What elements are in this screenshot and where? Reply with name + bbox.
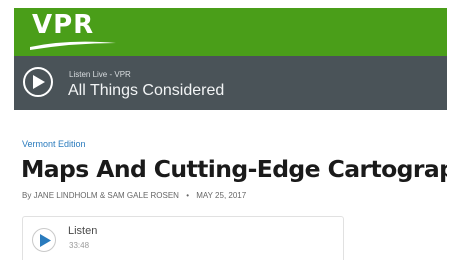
byline-separator: • (186, 191, 189, 200)
live-station-label: Listen Live - VPR (69, 70, 131, 79)
live-show-title[interactable]: All Things Considered (68, 81, 224, 101)
vpr-logo[interactable]: VPR (32, 10, 94, 40)
byline-prefix: By (22, 191, 32, 200)
program-tag[interactable]: Vermont Edition (22, 139, 86, 150)
logo-swoosh-icon (30, 41, 116, 50)
byline: By JANE LINDHOLM & SAM GALE ROSEN • MAY … (22, 191, 246, 201)
byline-authors[interactable]: JANE LINDHOLM & SAM GALE ROSEN (34, 191, 179, 200)
audio-play-button[interactable] (32, 228, 56, 252)
page-title: Maps And Cutting-Edge Cartography (21, 155, 447, 183)
live-play-button[interactable] (23, 67, 53, 97)
audio-player-card: Listen 33:48 (22, 216, 344, 260)
audio-duration: 33:48 (69, 241, 90, 250)
play-icon (40, 234, 51, 247)
page-frame: VPR Listen Live - VPR All Things Conside… (14, 8, 447, 260)
listen-label: Listen (68, 225, 98, 237)
brand-header: VPR (14, 8, 447, 56)
live-player-bar: Listen Live - VPR All Things Considered (14, 56, 447, 110)
play-icon (33, 75, 45, 89)
byline-date: MAY 25, 2017 (196, 191, 247, 200)
